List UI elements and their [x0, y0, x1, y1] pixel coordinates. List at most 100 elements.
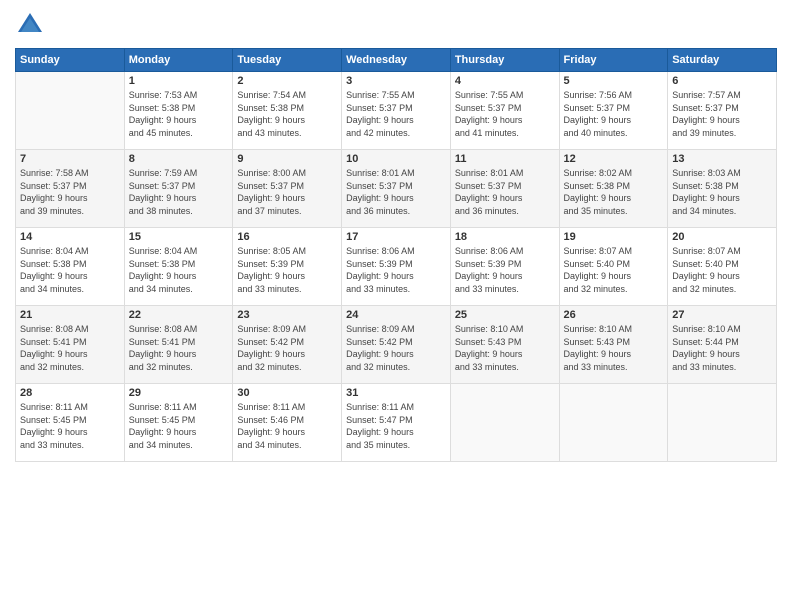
- day-number: 21: [20, 309, 120, 321]
- calendar-cell: 19 Sunrise: 8:07 AM Sunset: 5:40 PM Dayli…: [559, 228, 668, 306]
- day-number: 6: [672, 75, 772, 87]
- calendar-table: SundayMondayTuesdayWednesdayThursdayFrid…: [15, 48, 777, 462]
- calendar-cell: 14 Sunrise: 8:04 AM Sunset: 5:38 PM Dayli…: [16, 228, 125, 306]
- day-info: Sunrise: 8:08 AM Sunset: 5:41 PM Dayligh…: [129, 323, 229, 373]
- calendar-cell: 6 Sunrise: 7:57 AM Sunset: 5:37 PM Daylig…: [668, 72, 777, 150]
- calendar-cell: 9Sunrise: 8:00 AM Sunset: 5:37 PM Daylig…: [233, 150, 342, 228]
- calendar-cell: 27 Sunrise: 8:10 AM Sunset: 5:44 PM Dayli…: [668, 306, 777, 384]
- day-info: Sunrise: 8:10 AM Sunset: 5:44 PM Dayligh…: [672, 323, 772, 373]
- day-number: 18: [455, 231, 555, 243]
- day-number: 15: [129, 231, 229, 243]
- day-number: 3: [346, 75, 446, 87]
- day-info: Sunrise: 7:55 AM Sunset: 5:37 PM Dayligh…: [346, 89, 446, 139]
- calendar-week-row: 7 Sunrise: 7:58 AM Sunset: 5:37 PM Daylig…: [16, 150, 777, 228]
- day-info: Sunrise: 8:06 AM Sunset: 5:39 PM Dayligh…: [455, 245, 555, 295]
- calendar-cell: 18 Sunrise: 8:06 AM Sunset: 5:39 PM Dayli…: [450, 228, 559, 306]
- calendar-cell: 23 Sunrise: 8:09 AM Sunset: 5:42 PM Dayli…: [233, 306, 342, 384]
- calendar-cell: [559, 384, 668, 462]
- header-row: SundayMondayTuesdayWednesdayThursdayFrid…: [16, 49, 777, 72]
- calendar-cell: 3 Sunrise: 7:55 AM Sunset: 5:37 PM Daylig…: [342, 72, 451, 150]
- calendar-cell: 22 Sunrise: 8:08 AM Sunset: 5:41 PM Dayli…: [124, 306, 233, 384]
- calendar-cell: 29 Sunrise: 8:11 AM Sunset: 5:45 PM Dayli…: [124, 384, 233, 462]
- day-number: 10: [346, 153, 446, 165]
- calendar-cell: 17 Sunrise: 8:06 AM Sunset: 5:39 PM Dayli…: [342, 228, 451, 306]
- day-number: 16: [237, 231, 337, 243]
- calendar-cell: 31 Sunrise: 8:11 AM Sunset: 5:47 PM Dayli…: [342, 384, 451, 462]
- calendar-cell: 2 Sunrise: 7:54 AM Sunset: 5:38 PM Daylig…: [233, 72, 342, 150]
- day-number: 20: [672, 231, 772, 243]
- day-info: Sunrise: 8:09 AM Sunset: 5:42 PM Dayligh…: [346, 323, 446, 373]
- day-info: Sunrise: 8:09 AM Sunset: 5:42 PM Dayligh…: [237, 323, 337, 373]
- calendar-week-row: 1Sunrise: 7:53 AM Sunset: 5:38 PM Daylig…: [16, 72, 777, 150]
- day-number: 22: [129, 309, 229, 321]
- day-info: Sunrise: 8:11 AM Sunset: 5:45 PM Dayligh…: [20, 401, 120, 451]
- day-info: Sunrise: 8:07 AM Sunset: 5:40 PM Dayligh…: [564, 245, 664, 295]
- calendar-cell: 5Sunrise: 7:56 AM Sunset: 5:37 PM Daylig…: [559, 72, 668, 150]
- day-number: 30: [237, 387, 337, 399]
- day-info: Sunrise: 7:57 AM Sunset: 5:37 PM Dayligh…: [672, 89, 772, 139]
- day-number: 31: [346, 387, 446, 399]
- day-number: 23: [237, 309, 337, 321]
- day-number: 13: [672, 153, 772, 165]
- logo-icon: [15, 10, 45, 40]
- day-number: 19: [564, 231, 664, 243]
- day-info: Sunrise: 8:01 AM Sunset: 5:37 PM Dayligh…: [455, 167, 555, 217]
- day-number: 29: [129, 387, 229, 399]
- day-info: Sunrise: 7:58 AM Sunset: 5:37 PM Dayligh…: [20, 167, 120, 217]
- header-day: Sunday: [16, 49, 125, 72]
- day-number: 24: [346, 309, 446, 321]
- header-day: Monday: [124, 49, 233, 72]
- day-info: Sunrise: 7:55 AM Sunset: 5:37 PM Dayligh…: [455, 89, 555, 139]
- calendar-cell: 25 Sunrise: 8:10 AM Sunset: 5:43 PM Dayli…: [450, 306, 559, 384]
- day-info: Sunrise: 8:04 AM Sunset: 5:38 PM Dayligh…: [129, 245, 229, 295]
- calendar-cell: [668, 384, 777, 462]
- day-number: 9: [237, 153, 337, 165]
- day-info: Sunrise: 7:54 AM Sunset: 5:38 PM Dayligh…: [237, 89, 337, 139]
- day-info: Sunrise: 7:53 AM Sunset: 5:38 PM Dayligh…: [129, 89, 229, 139]
- day-info: Sunrise: 8:03 AM Sunset: 5:38 PM Dayligh…: [672, 167, 772, 217]
- day-number: 5: [564, 75, 664, 87]
- day-number: 7: [20, 153, 120, 165]
- header-day: Friday: [559, 49, 668, 72]
- day-info: Sunrise: 8:05 AM Sunset: 5:39 PM Dayligh…: [237, 245, 337, 295]
- calendar-cell: 4 Sunrise: 7:55 AM Sunset: 5:37 PM Daylig…: [450, 72, 559, 150]
- header-day: Saturday: [668, 49, 777, 72]
- day-number: 25: [455, 309, 555, 321]
- calendar-cell: [450, 384, 559, 462]
- header-day: Thursday: [450, 49, 559, 72]
- day-info: Sunrise: 8:11 AM Sunset: 5:47 PM Dayligh…: [346, 401, 446, 451]
- calendar-cell: 21 Sunrise: 8:08 AM Sunset: 5:41 PM Dayli…: [16, 306, 125, 384]
- day-info: Sunrise: 8:07 AM Sunset: 5:40 PM Dayligh…: [672, 245, 772, 295]
- calendar-cell: 1Sunrise: 7:53 AM Sunset: 5:38 PM Daylig…: [124, 72, 233, 150]
- header-day: Tuesday: [233, 49, 342, 72]
- day-number: 14: [20, 231, 120, 243]
- day-info: Sunrise: 8:06 AM Sunset: 5:39 PM Dayligh…: [346, 245, 446, 295]
- day-number: 11: [455, 153, 555, 165]
- logo: [15, 10, 49, 40]
- calendar-cell: 16 Sunrise: 8:05 AM Sunset: 5:39 PM Dayli…: [233, 228, 342, 306]
- calendar-cell: 11 Sunrise: 8:01 AM Sunset: 5:37 PM Dayli…: [450, 150, 559, 228]
- day-info: Sunrise: 8:10 AM Sunset: 5:43 PM Dayligh…: [455, 323, 555, 373]
- day-number: 26: [564, 309, 664, 321]
- day-info: Sunrise: 8:02 AM Sunset: 5:38 PM Dayligh…: [564, 167, 664, 217]
- calendar-cell: 24 Sunrise: 8:09 AM Sunset: 5:42 PM Dayli…: [342, 306, 451, 384]
- day-info: Sunrise: 8:11 AM Sunset: 5:45 PM Dayligh…: [129, 401, 229, 451]
- calendar-cell: 12 Sunrise: 8:02 AM Sunset: 5:38 PM Dayli…: [559, 150, 668, 228]
- day-number: 17: [346, 231, 446, 243]
- day-number: 2: [237, 75, 337, 87]
- day-info: Sunrise: 8:01 AM Sunset: 5:37 PM Dayligh…: [346, 167, 446, 217]
- day-number: 27: [672, 309, 772, 321]
- calendar-cell: 30 Sunrise: 8:11 AM Sunset: 5:46 PM Dayli…: [233, 384, 342, 462]
- calendar-cell: 10 Sunrise: 8:01 AM Sunset: 5:37 PM Dayli…: [342, 150, 451, 228]
- calendar-cell: [16, 72, 125, 150]
- day-info: Sunrise: 8:08 AM Sunset: 5:41 PM Dayligh…: [20, 323, 120, 373]
- page: SundayMondayTuesdayWednesdayThursdayFrid…: [0, 0, 792, 612]
- header: [15, 10, 777, 40]
- calendar-cell: 20 Sunrise: 8:07 AM Sunset: 5:40 PM Dayli…: [668, 228, 777, 306]
- day-info: Sunrise: 8:11 AM Sunset: 5:46 PM Dayligh…: [237, 401, 337, 451]
- day-number: 12: [564, 153, 664, 165]
- day-number: 4: [455, 75, 555, 87]
- day-info: Sunrise: 8:04 AM Sunset: 5:38 PM Dayligh…: [20, 245, 120, 295]
- day-number: 8: [129, 153, 229, 165]
- calendar-cell: 8Sunrise: 7:59 AM Sunset: 5:37 PM Daylig…: [124, 150, 233, 228]
